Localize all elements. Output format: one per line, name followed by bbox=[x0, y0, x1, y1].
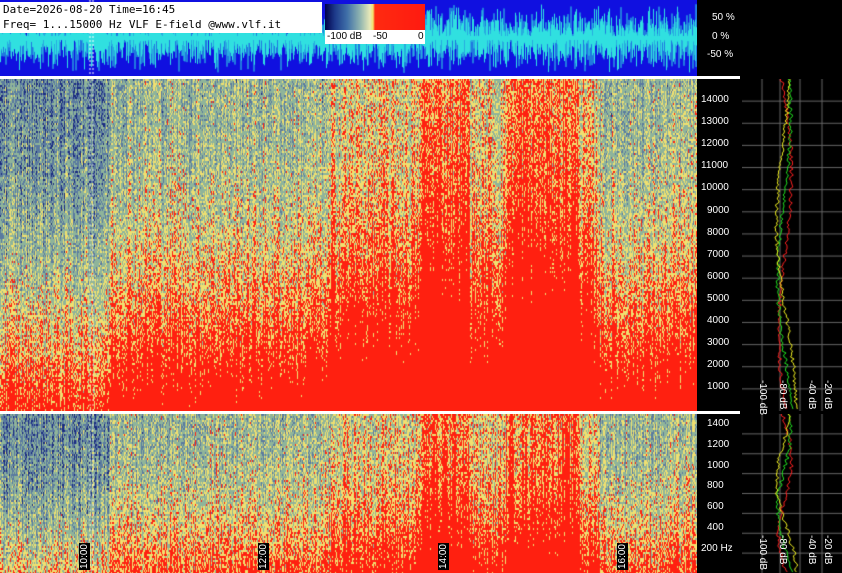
time-label-1400: 14:00 bbox=[438, 543, 449, 571]
upper-freq-label: 1000 bbox=[707, 381, 730, 393]
wave-label-0: 0 % bbox=[712, 31, 730, 42]
upper-freq-label: 4000 bbox=[707, 315, 730, 326]
upper-freq-label: 9000 bbox=[707, 204, 730, 216]
lower-freq-label: 800 bbox=[707, 480, 724, 492]
lower-freq-label: 1400 bbox=[707, 418, 730, 429]
colorbar-tick-max: 0 bbox=[418, 31, 424, 42]
header-info-box: Date=2026-08-20 Time=16:45 Freq= 1...150… bbox=[0, 2, 322, 33]
lower-freq-label: 200 Hz bbox=[701, 542, 733, 554]
upper-db-label-40: -40 dB bbox=[806, 380, 817, 410]
upper-freq-label: 11000 bbox=[701, 160, 729, 172]
lower-db-label-40: -40 dB bbox=[806, 535, 817, 565]
upper-freq-label: 10000 bbox=[701, 182, 729, 194]
colorbar-ticks: -100 dB -50 0 bbox=[325, 30, 425, 44]
upper-freq-label: 14000 bbox=[701, 94, 729, 105]
time-label-1600: 16:00 bbox=[617, 543, 628, 571]
upper-db-label-80: -80 dB bbox=[777, 380, 788, 410]
date-time-line: Date=2026-08-20 Time=16:45 bbox=[3, 3, 176, 16]
lower-freq-label: 400 bbox=[707, 522, 724, 533]
upper-freq-label: 7000 bbox=[707, 248, 730, 260]
vlf-spectrogram-window: Date=2026-08-20 Time=16:45 Freq= 1...150… bbox=[0, 0, 842, 573]
lower-freq-label: 1200 bbox=[707, 438, 730, 450]
upper-spectrum-plot bbox=[742, 79, 842, 411]
upper-db-label-20: -20 dB bbox=[822, 380, 833, 410]
colorbar-tick-mid: -50 bbox=[373, 31, 388, 42]
lower-db-label-100: -100 dB bbox=[757, 535, 768, 571]
time-label-1200: 12:00 bbox=[258, 543, 269, 571]
upper-spectrogram bbox=[0, 79, 697, 411]
time-label-1000: 10:00 bbox=[79, 543, 90, 571]
upper-freq-label: 13000 bbox=[701, 116, 729, 128]
lower-db-label-80: -80 dB bbox=[777, 535, 788, 565]
upper-freq-label: 5000 bbox=[707, 292, 730, 304]
upper-freq-label: 3000 bbox=[707, 337, 730, 349]
lower-spectrogram bbox=[0, 414, 697, 573]
upper-db-label-100: -100 dB bbox=[757, 380, 768, 416]
upper-freq-label: 2000 bbox=[707, 359, 730, 371]
lower-freq-label: 1000 bbox=[707, 459, 730, 471]
upper-freq-label: 6000 bbox=[707, 270, 730, 282]
colorbar-tick-min: -100 dB bbox=[327, 31, 363, 42]
wave-label-minus50: -50 % bbox=[707, 49, 734, 60]
freq-source-line: Freq= 1...15000 Hz VLF E-field @www.vlf.… bbox=[3, 18, 282, 31]
lower-freq-label: 600 bbox=[707, 501, 724, 513]
db-colorbar: -100 dB -50 0 bbox=[325, 4, 425, 44]
lower-db-label-20: -20 dB bbox=[822, 535, 833, 565]
upper-freq-label: 12000 bbox=[701, 138, 729, 150]
upper-freq-label: 8000 bbox=[707, 226, 730, 238]
colorbar-gradient bbox=[325, 4, 425, 30]
wave-label-50: 50 % bbox=[712, 12, 735, 23]
